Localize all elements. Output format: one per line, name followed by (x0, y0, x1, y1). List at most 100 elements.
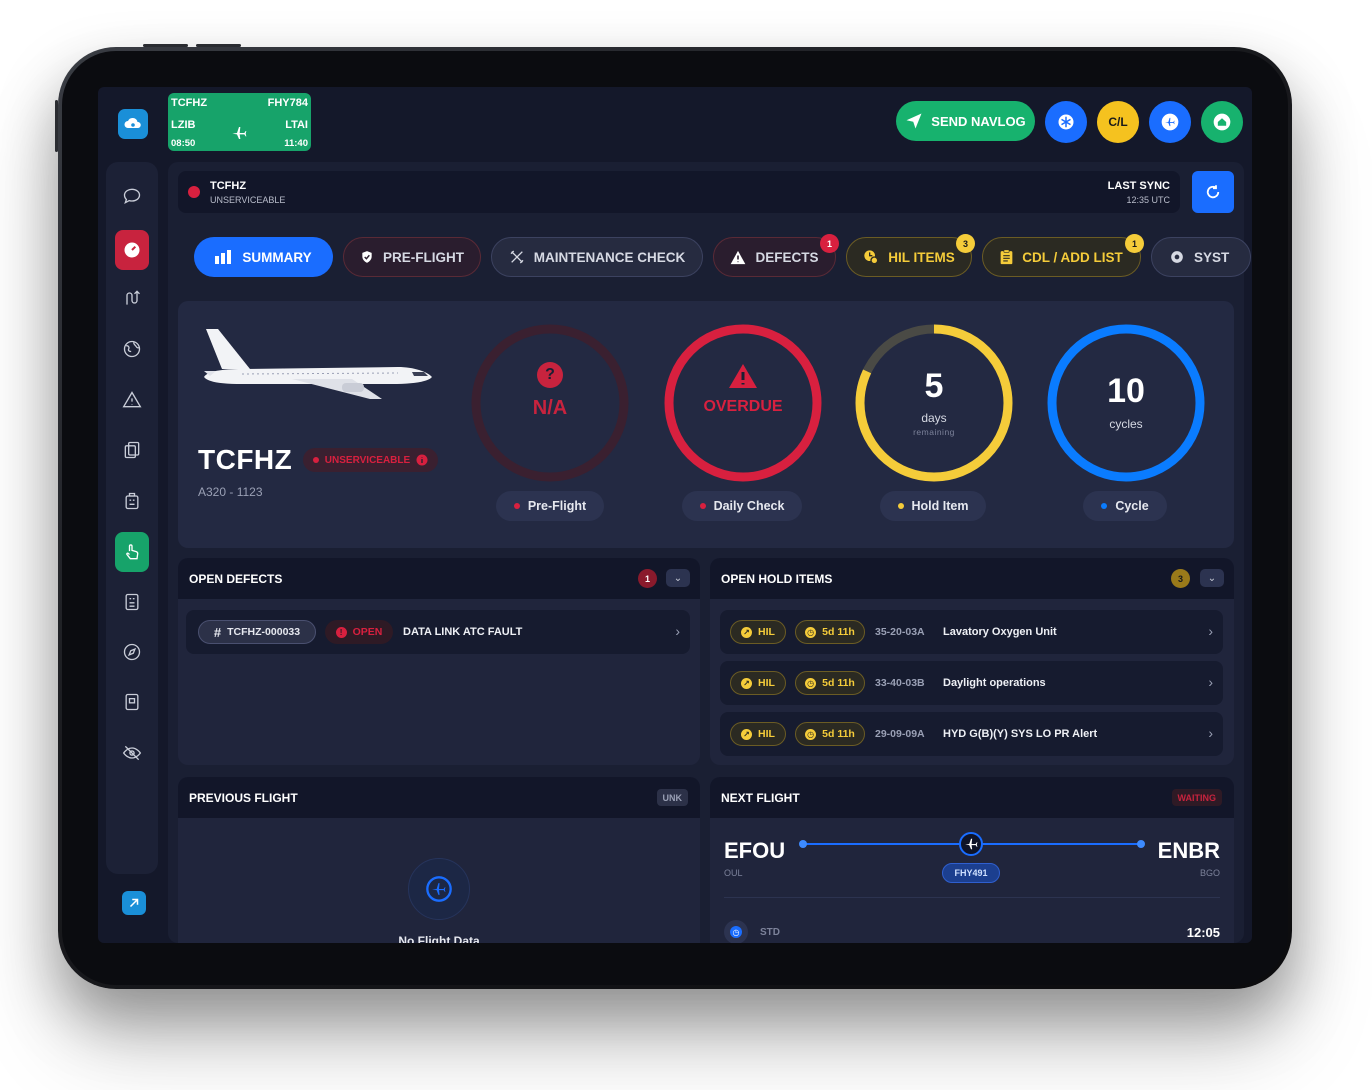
cycle-dot (1101, 503, 1108, 509)
home-button[interactable] (1201, 101, 1243, 143)
hold-item-row[interactable]: ↗ HIL ◷ 5d 11h 35-20-03A Lavatory Oxygen U… (720, 610, 1223, 654)
sidebar-item-dashboard[interactable] (115, 230, 149, 270)
status-indicator (188, 186, 200, 198)
cycle-unit: cycles (1109, 417, 1143, 431)
aircraft-status-bar: TCFHZ UNSERVICEABLE LAST SYNC 12:35 UTC (178, 171, 1180, 213)
daily-check-value: OVERDUE (703, 398, 783, 415)
chevron-right-icon: › (1208, 674, 1213, 690)
airplane-icon (232, 127, 247, 139)
compass-icon (123, 643, 141, 661)
hash-icon: # (213, 624, 222, 640)
route-end-dot (1137, 840, 1145, 848)
open-defects-header[interactable]: OPEN DEFECTS (178, 558, 700, 599)
gauge-icon (124, 242, 140, 258)
expand-button[interactable] (122, 891, 146, 915)
sidebar-item-touch[interactable] (115, 532, 149, 572)
send-navlog-button[interactable]: SEND NAVLOG (896, 101, 1035, 141)
sidebar-item-navigation[interactable] (116, 636, 148, 668)
shield-check-icon (362, 251, 372, 263)
hil-icon: ↗ (741, 626, 753, 638)
next-flight-card[interactable]: NEXT FLIGHT WAITING EFOU OUL ENBR BGO FH… (710, 777, 1234, 943)
preflight-label-pill[interactable]: Pre-Flight (496, 491, 604, 521)
checklist-button[interactable]: C/L (1097, 101, 1139, 143)
sidebar-item-globe[interactable] (116, 333, 148, 365)
chevron-down-icon[interactable]: ⌄ (1200, 569, 1224, 587)
sidebar-item-alerts[interactable] (116, 384, 148, 416)
next-flight-destination-city: BGO (1199, 868, 1220, 878)
defect-status: OPEN (352, 626, 383, 638)
tab-pre-flight-label: PRE-FLIGHT (383, 249, 464, 265)
tab-summary-label: SUMMARY (242, 249, 312, 265)
sidebar-item-routes[interactable] (116, 282, 148, 314)
hold-item-code: 33-40-03B (875, 677, 925, 689)
hil-chip: ↗ HIL (730, 722, 786, 746)
preflight-gauge: ? N/A (466, 319, 634, 487)
open-defects-card: OPEN DEFECTS 1 ⌄ # TCFHZ-000033 ! OPEN DAT… (178, 558, 700, 765)
cycle-label: Cycle (1115, 499, 1149, 513)
hardware-button (55, 100, 58, 152)
defect-row[interactable]: # TCFHZ-000033 ! OPEN DATA LINK ATC FAULT … (186, 610, 690, 654)
defects-count-badge: 1 (820, 234, 839, 253)
sidebar-item-offline[interactable] (116, 737, 148, 769)
hil-clock-icon (864, 250, 879, 265)
checklist-label: C/L (1108, 115, 1128, 129)
last-sync-label: LAST SYNC (1107, 180, 1170, 192)
cloud-eye-icon (124, 117, 141, 128)
tab-hil-items[interactable]: HIL ITEMS (846, 237, 972, 277)
route-icon (126, 290, 140, 305)
bar-chart-icon (215, 250, 232, 264)
hold-item-time: 5d 11h (822, 626, 855, 638)
send-navlog-label: SEND NAVLOG (931, 113, 1026, 129)
cycle-label-pill[interactable]: Cycle (1083, 491, 1167, 521)
hold-item-row[interactable]: ↗ HIL ◷ 5d 11h 33-40-03B Daylight operatio… (720, 661, 1223, 705)
open-hold-items-header[interactable]: OPEN HOLD ITEMS (710, 558, 1234, 599)
daily-check-gauge: OVERDUE (659, 319, 827, 487)
settings-icon (1171, 251, 1183, 263)
tools-icon (510, 250, 524, 264)
tab-pre-flight[interactable]: PRE-FLIGHT (343, 237, 481, 277)
previous-flight-card: PREVIOUS FLIGHT UNK No Flight Data (178, 777, 700, 943)
cdl-count-badge: 1 (1125, 234, 1144, 253)
tab-cdl-add-list[interactable]: CDL / ADD LIST (982, 237, 1141, 277)
tab-summary[interactable]: SUMMARY (194, 237, 333, 277)
current-flight-card[interactable]: TCFHZ FHY784 LZIB LTAI 08:50 11:40 (168, 93, 311, 151)
next-flight-header: NEXT FLIGHT (710, 777, 1234, 818)
sidebar-item-calculator[interactable] (116, 686, 148, 718)
clock-icon: ◷ (730, 926, 742, 938)
app-logo[interactable] (118, 109, 148, 139)
no-flight-data-text: No Flight Data (398, 934, 480, 943)
hold-item-description: Lavatory Oxygen Unit (943, 626, 1057, 638)
open-defects-count: 1 (638, 569, 657, 588)
next-flight-number: FHY491 (942, 863, 1000, 883)
hil-chip: ↗ HIL (730, 620, 786, 644)
badge-icon (125, 492, 139, 510)
chevron-right-icon: › (1208, 725, 1213, 741)
hold-item-sub: remaining (913, 427, 955, 437)
hold-item-label-pill[interactable]: Hold Item (880, 491, 986, 521)
flight-button[interactable] (1149, 101, 1191, 143)
aircraft-status-badge: UNSERVICEABLE (303, 448, 438, 472)
tab-maintenance-check[interactable]: MAINTENANCE CHECK (491, 237, 703, 277)
sidebar-item-crew[interactable] (116, 485, 148, 517)
daily-check-dot (699, 503, 706, 509)
hold-item-code: 29-09-09A (875, 728, 925, 740)
hold-item-label: Hold Item (911, 499, 969, 513)
clock-icon: ◷ (805, 677, 817, 689)
daily-check-label-pill[interactable]: Daily Check (682, 491, 802, 521)
hold-item-dot (897, 503, 904, 509)
chevron-right-icon: › (1208, 623, 1213, 639)
tab-systems[interactable]: SYST (1151, 237, 1251, 277)
app-screen: TCFHZ FHY784 LZIB LTAI 08:50 11:40 SEND … (98, 87, 1252, 943)
hold-item-row[interactable]: ↗ HIL ◷ 5d 11h 29-09-09A HYD G(B)(Y) SYS L… (720, 712, 1223, 756)
sidebar-item-documents[interactable] (116, 434, 148, 466)
tab-defects[interactable]: DEFECTS (713, 237, 836, 277)
hand-pointer-icon (126, 544, 139, 560)
chevron-down-icon[interactable]: ⌄ (666, 569, 690, 587)
status-dot (312, 457, 319, 463)
sidebar-item-checklist[interactable] (116, 586, 148, 618)
std-icon-wrap: ◷ (724, 920, 748, 943)
tab-maintenance-label: MAINTENANCE CHECK (533, 249, 686, 265)
sidebar-item-messages[interactable] (116, 180, 148, 212)
sync-button[interactable] (1192, 171, 1234, 213)
weather-button[interactable] (1045, 101, 1087, 143)
